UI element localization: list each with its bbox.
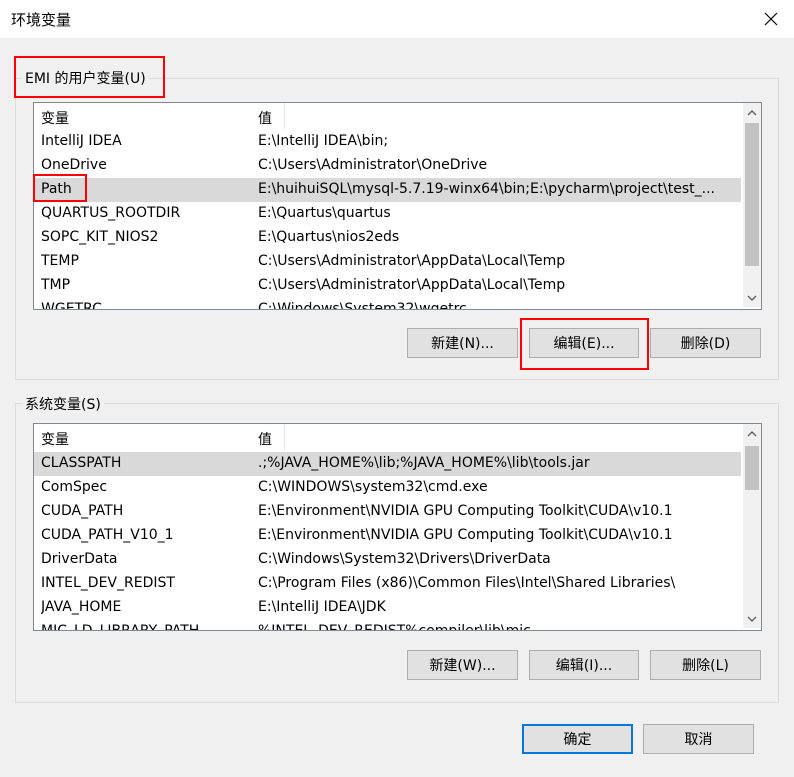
user-vars-header: 变量 值: [34, 103, 761, 129]
table-row-selected[interactable]: Path E:\huihuiSQL\mysql-5.7.19-winx64\bin…: [34, 178, 741, 202]
user-edit-button[interactable]: 编辑(E)...: [529, 328, 639, 358]
table-row[interactable]: ComSpec C:\WINDOWS\system32\cmd.exe: [34, 476, 741, 500]
table-row[interactable]: JAVA_HOME E:\IntelliJ IDEA\JDK: [34, 596, 741, 620]
system-delete-button[interactable]: 删除(L): [650, 650, 761, 680]
var-value: .;%JAVA_HOME%\lib;%JAVA_HOME%\lib\tools.…: [258, 455, 590, 471]
table-row[interactable]: CUDA_PATH_V10_1 E:\Environment\NVIDIA GPU…: [34, 524, 741, 548]
var-name: WGETRC: [41, 301, 102, 310]
var-name: IntelliJ IDEA: [41, 133, 122, 149]
column-separator: [284, 103, 285, 129]
chevron-down-icon: [747, 295, 757, 301]
vertical-scrollbar[interactable]: [743, 103, 761, 307]
var-value: C:\Users\Administrator\AppData\Local\Tem…: [258, 277, 566, 293]
var-name: OneDrive: [41, 157, 107, 173]
chevron-down-icon: [747, 616, 757, 622]
user-vars-list[interactable]: 变量 值 IntelliJ IDEA E:\IntelliJ IDEA\bin; …: [33, 102, 762, 310]
var-value: E:\huihuiSQL\mysql-5.7.19-winx64\bin;E:\…: [258, 181, 716, 197]
cancel-button[interactable]: 取消: [643, 724, 754, 754]
var-name: CUDA_PATH: [41, 503, 124, 519]
table-row[interactable]: QUARTUS_ROOTDIR E:\Quartus\quartus: [34, 202, 741, 226]
system-vars-label: 系统变量(S): [22, 394, 104, 414]
close-icon: [764, 12, 778, 26]
var-name: DriverData: [41, 551, 118, 567]
var-name: QUARTUS_ROOTDIR: [41, 205, 181, 221]
table-row[interactable]: SOPC_KIT_NIOS2 E:\Quartus\nios2eds: [34, 226, 741, 250]
table-row[interactable]: WGETRC C:\Windows\System32\wgetrc: [34, 298, 741, 310]
close-button[interactable]: [748, 0, 794, 38]
scroll-down-button[interactable]: [743, 610, 761, 628]
var-value: C:\Users\Administrator\AppData\Local\Tem…: [258, 253, 566, 269]
title-bar: 环境变量: [0, 0, 794, 38]
var-name: JAVA_HOME: [41, 599, 122, 615]
table-row[interactable]: INTEL_DEV_REDIST C:\Program Files (x86)\C…: [34, 572, 741, 596]
var-value: C:\Program Files (x86)\Common Files\Inte…: [258, 575, 676, 591]
var-value: C:\Windows\System32\wgetrc: [258, 301, 467, 310]
table-row[interactable]: TEMP C:\Users\Administrator\AppData\Local…: [34, 250, 741, 274]
var-value: E:\Environment\NVIDIA GPU Computing Tool…: [258, 527, 673, 543]
table-row[interactable]: CUDA_PATH E:\Environment\NVIDIA GPU Compu…: [34, 500, 741, 524]
var-value: E:\Quartus\quartus: [258, 205, 391, 221]
system-vars-header: 变量 值: [34, 424, 761, 450]
ok-button[interactable]: 确定: [522, 724, 633, 754]
column-header-value[interactable]: 值: [258, 429, 272, 449]
column-header-variable[interactable]: 变量: [41, 429, 69, 449]
var-name: TMP: [41, 277, 71, 293]
system-edit-button[interactable]: 编辑(I)...: [529, 650, 639, 680]
var-value: C:\Users\Administrator\OneDrive: [258, 157, 488, 173]
var-name: Path: [41, 181, 72, 197]
scroll-thumb[interactable]: [745, 123, 759, 266]
chevron-up-icon: [747, 109, 757, 115]
var-value: E:\Quartus\nios2eds: [258, 229, 400, 245]
column-header-variable[interactable]: 变量: [41, 108, 69, 128]
var-name: ComSpec: [41, 479, 108, 495]
scroll-up-button[interactable]: [743, 103, 761, 121]
system-vars-list[interactable]: 变量 值 CLASSPATH .;%JAVA_HOME%\lib;%JAVA_HO…: [33, 423, 762, 631]
column-header-value[interactable]: 值: [258, 108, 272, 128]
column-separator: [284, 424, 285, 450]
window-title: 环境变量: [11, 11, 72, 29]
var-value: E:\IntelliJ IDEA\bin;: [258, 133, 389, 149]
var-name: MIC_LD_LIBRARY_PATH: [41, 623, 200, 631]
user-delete-button[interactable]: 删除(D): [650, 328, 761, 358]
table-row-selected[interactable]: CLASSPATH .;%JAVA_HOME%\lib;%JAVA_HOME%\l…: [34, 452, 741, 476]
var-name: SOPC_KIT_NIOS2: [41, 229, 159, 245]
var-value: C:\WINDOWS\system32\cmd.exe: [258, 479, 488, 495]
var-name: CUDA_PATH_V10_1: [41, 527, 174, 543]
chevron-up-icon: [747, 430, 757, 436]
scroll-up-button[interactable]: [743, 424, 761, 442]
table-row[interactable]: IntelliJ IDEA E:\IntelliJ IDEA\bin;: [34, 130, 741, 154]
var-value: E:\IntelliJ IDEA\JDK: [258, 599, 386, 615]
scroll-thumb[interactable]: [745, 446, 759, 490]
var-value: C:\Windows\System32\Drivers\DriverData: [258, 551, 551, 567]
table-row[interactable]: MIC_LD_LIBRARY_PATH %INTEL_DEV_REDIST%com…: [34, 620, 741, 631]
user-new-button[interactable]: 新建(N)...: [407, 328, 518, 358]
table-row[interactable]: TMP C:\Users\Administrator\AppData\Local\…: [34, 274, 741, 298]
var-value: %INTEL_DEV_REDIST%compiler\lib\mic: [258, 623, 531, 631]
system-new-button[interactable]: 新建(W)...: [407, 650, 518, 680]
var-name: CLASSPATH: [41, 455, 122, 471]
table-row[interactable]: OneDrive C:\Users\Administrator\OneDrive: [34, 154, 741, 178]
user-vars-label: EMI 的用户变量(U): [22, 68, 149, 88]
var-name: INTEL_DEV_REDIST: [41, 575, 175, 591]
table-row[interactable]: DriverData C:\Windows\System32\Drivers\Dr…: [34, 548, 741, 572]
scroll-down-button[interactable]: [743, 289, 761, 307]
var-name: TEMP: [41, 253, 79, 269]
vertical-scrollbar[interactable]: [743, 424, 761, 628]
var-value: E:\Environment\NVIDIA GPU Computing Tool…: [258, 503, 673, 519]
